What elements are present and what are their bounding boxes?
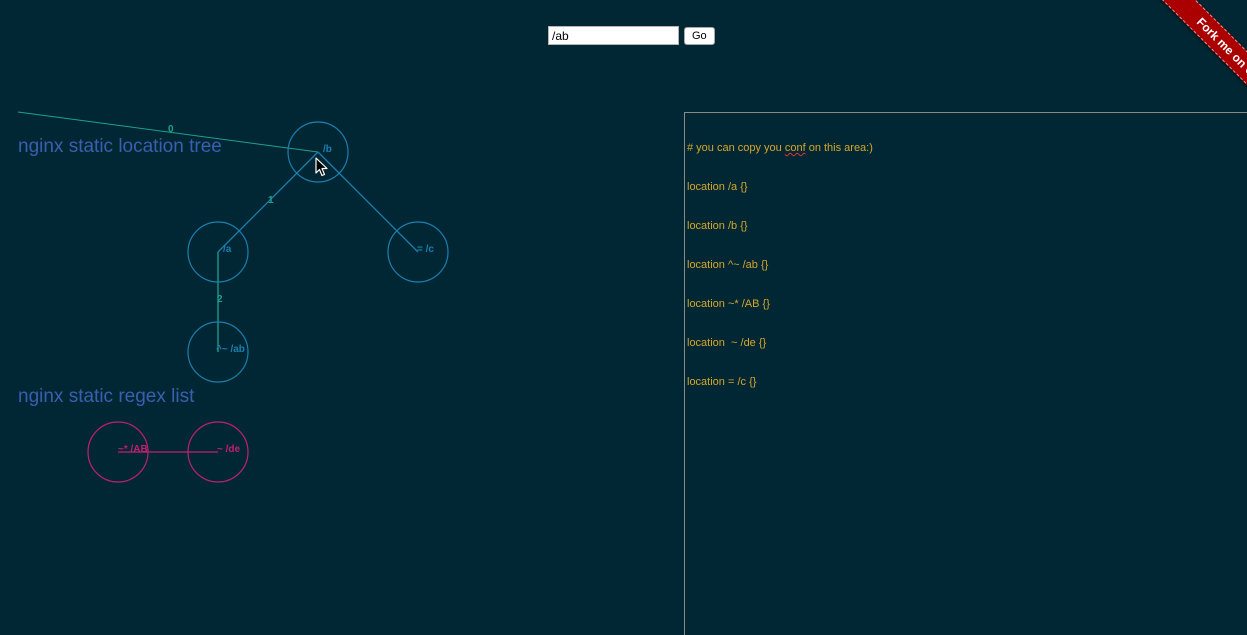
conf-line: location /a {} — [687, 181, 748, 193]
tree-node-c-label: = /c — [417, 244, 434, 255]
misspelled-word: conf — [784, 142, 806, 154]
tree-edge-root-right — [317, 151, 419, 253]
tree-node-c[interactable]: = /c — [387, 221, 449, 283]
mouse-pointer-icon — [315, 157, 328, 177]
regex-heading: nginx static regex list — [18, 386, 195, 407]
go-button[interactable]: Go — [684, 26, 715, 45]
location-search-input[interactable] — [548, 26, 679, 45]
conf-line: location ^~ /ab {} — [687, 259, 769, 271]
tree-node-root-label: /b — [323, 144, 332, 155]
regex-node-AB-label: ~* /AB — [118, 444, 148, 455]
edge-label-1: 1 — [268, 195, 274, 206]
conf-line: location = /c {} — [687, 376, 757, 388]
edge-label-0: 0 — [168, 124, 174, 135]
app-root: nginx static location tree nginx static … — [0, 0, 1247, 635]
fork-me-link[interactable]: Fork me on GitHub — [1157, 0, 1247, 110]
conf-line: location /b {} — [687, 220, 748, 232]
conf-line: location ~ /de {} — [687, 337, 767, 349]
tree-node-a-label: /a — [223, 244, 232, 255]
tree-heading: nginx static location tree — [18, 136, 222, 157]
conf-line: location ~* /AB {} — [687, 298, 770, 310]
tree-node-ab-label: ^~ /ab — [216, 344, 245, 355]
edge-label-2: 2 — [217, 294, 223, 305]
search-bar: Go — [548, 26, 715, 45]
github-ribbon: Fork me on GitHub — [1127, 0, 1247, 110]
location-graph: nginx static location tree nginx static … — [17, 111, 449, 483]
conf-comment-line: # you can copy you conf on this area:) — [687, 142, 873, 154]
regex-node-AB[interactable]: ~* /AB — [87, 421, 149, 483]
conf-textarea[interactable]: # you can copy you conf on this area:) l… — [684, 112, 1247, 635]
regex-node-de-label: ~ /de — [217, 444, 241, 455]
